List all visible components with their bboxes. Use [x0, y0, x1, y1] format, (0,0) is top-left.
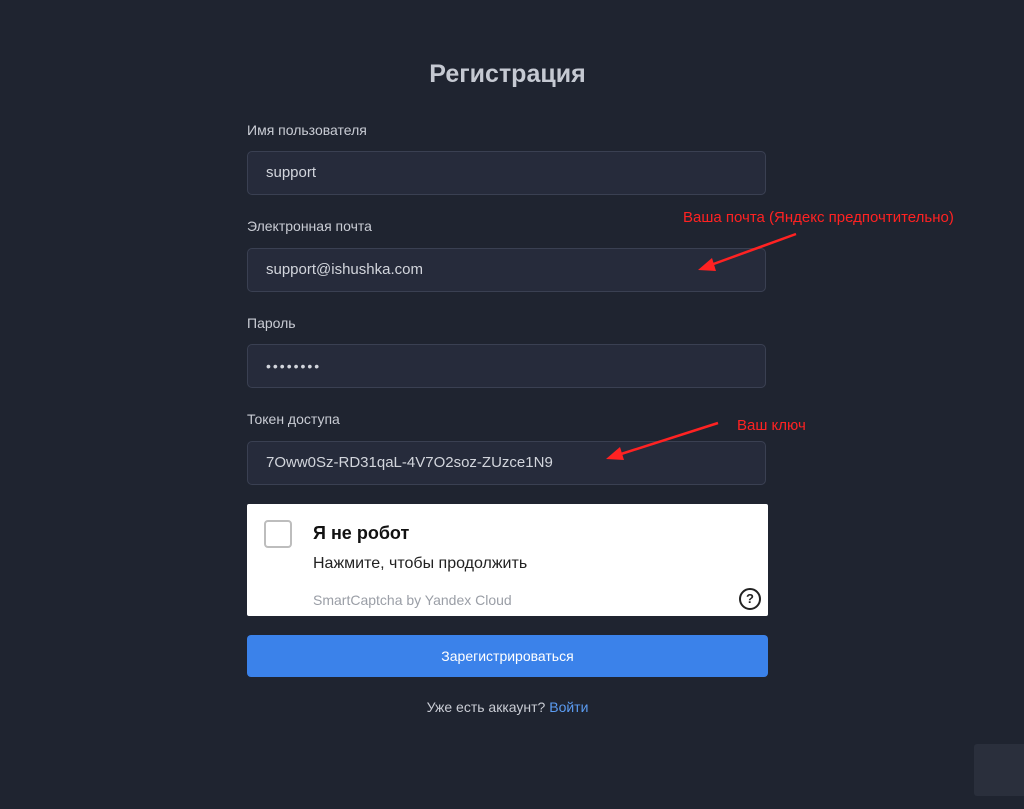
- login-link[interactable]: Войти: [549, 699, 588, 715]
- captcha-title: Я не робот: [313, 523, 410, 543]
- page-title: Регистрация: [429, 60, 586, 88]
- corner-widget[interactable]: [974, 744, 1024, 796]
- captcha-brand: SmartCaptcha by Yandex Cloud: [313, 592, 512, 608]
- token-label: Токен доступа: [247, 411, 340, 427]
- token-field[interactable]: 7Oww0Sz-RD31qaL-4V7O2soz-ZUzce1N9: [247, 441, 766, 485]
- captcha-checkbox[interactable]: [264, 520, 292, 548]
- register-button[interactable]: Зарегистрироваться: [247, 635, 768, 677]
- help-icon[interactable]: ?: [739, 588, 761, 610]
- login-prompt-text: Уже есть аккаунт?: [426, 699, 546, 715]
- password-label: Пароль: [247, 315, 296, 331]
- registration-page: Регистрация Имя пользователя support Эле…: [0, 0, 1024, 809]
- email-label: Электронная почта: [247, 218, 372, 234]
- captcha-subtitle: Нажмите, чтобы продолжить: [313, 555, 528, 572]
- annotation-arrows: [606, 232, 797, 460]
- smart-captcha[interactable]: Я не робот Нажмите, чтобы продолжить Sma…: [247, 504, 768, 616]
- login-prompt: Уже есть аккаунт? Войти: [0, 699, 1015, 715]
- password-field[interactable]: ••••••••: [247, 344, 766, 388]
- email-field[interactable]: support@ishushka.com: [247, 248, 766, 292]
- token-annotation: Ваш ключ: [737, 417, 806, 434]
- username-label: Имя пользователя: [247, 122, 367, 138]
- email-annotation: Ваша почта (Яндекс предпочтительно): [683, 209, 954, 226]
- username-field[interactable]: support: [247, 151, 766, 195]
